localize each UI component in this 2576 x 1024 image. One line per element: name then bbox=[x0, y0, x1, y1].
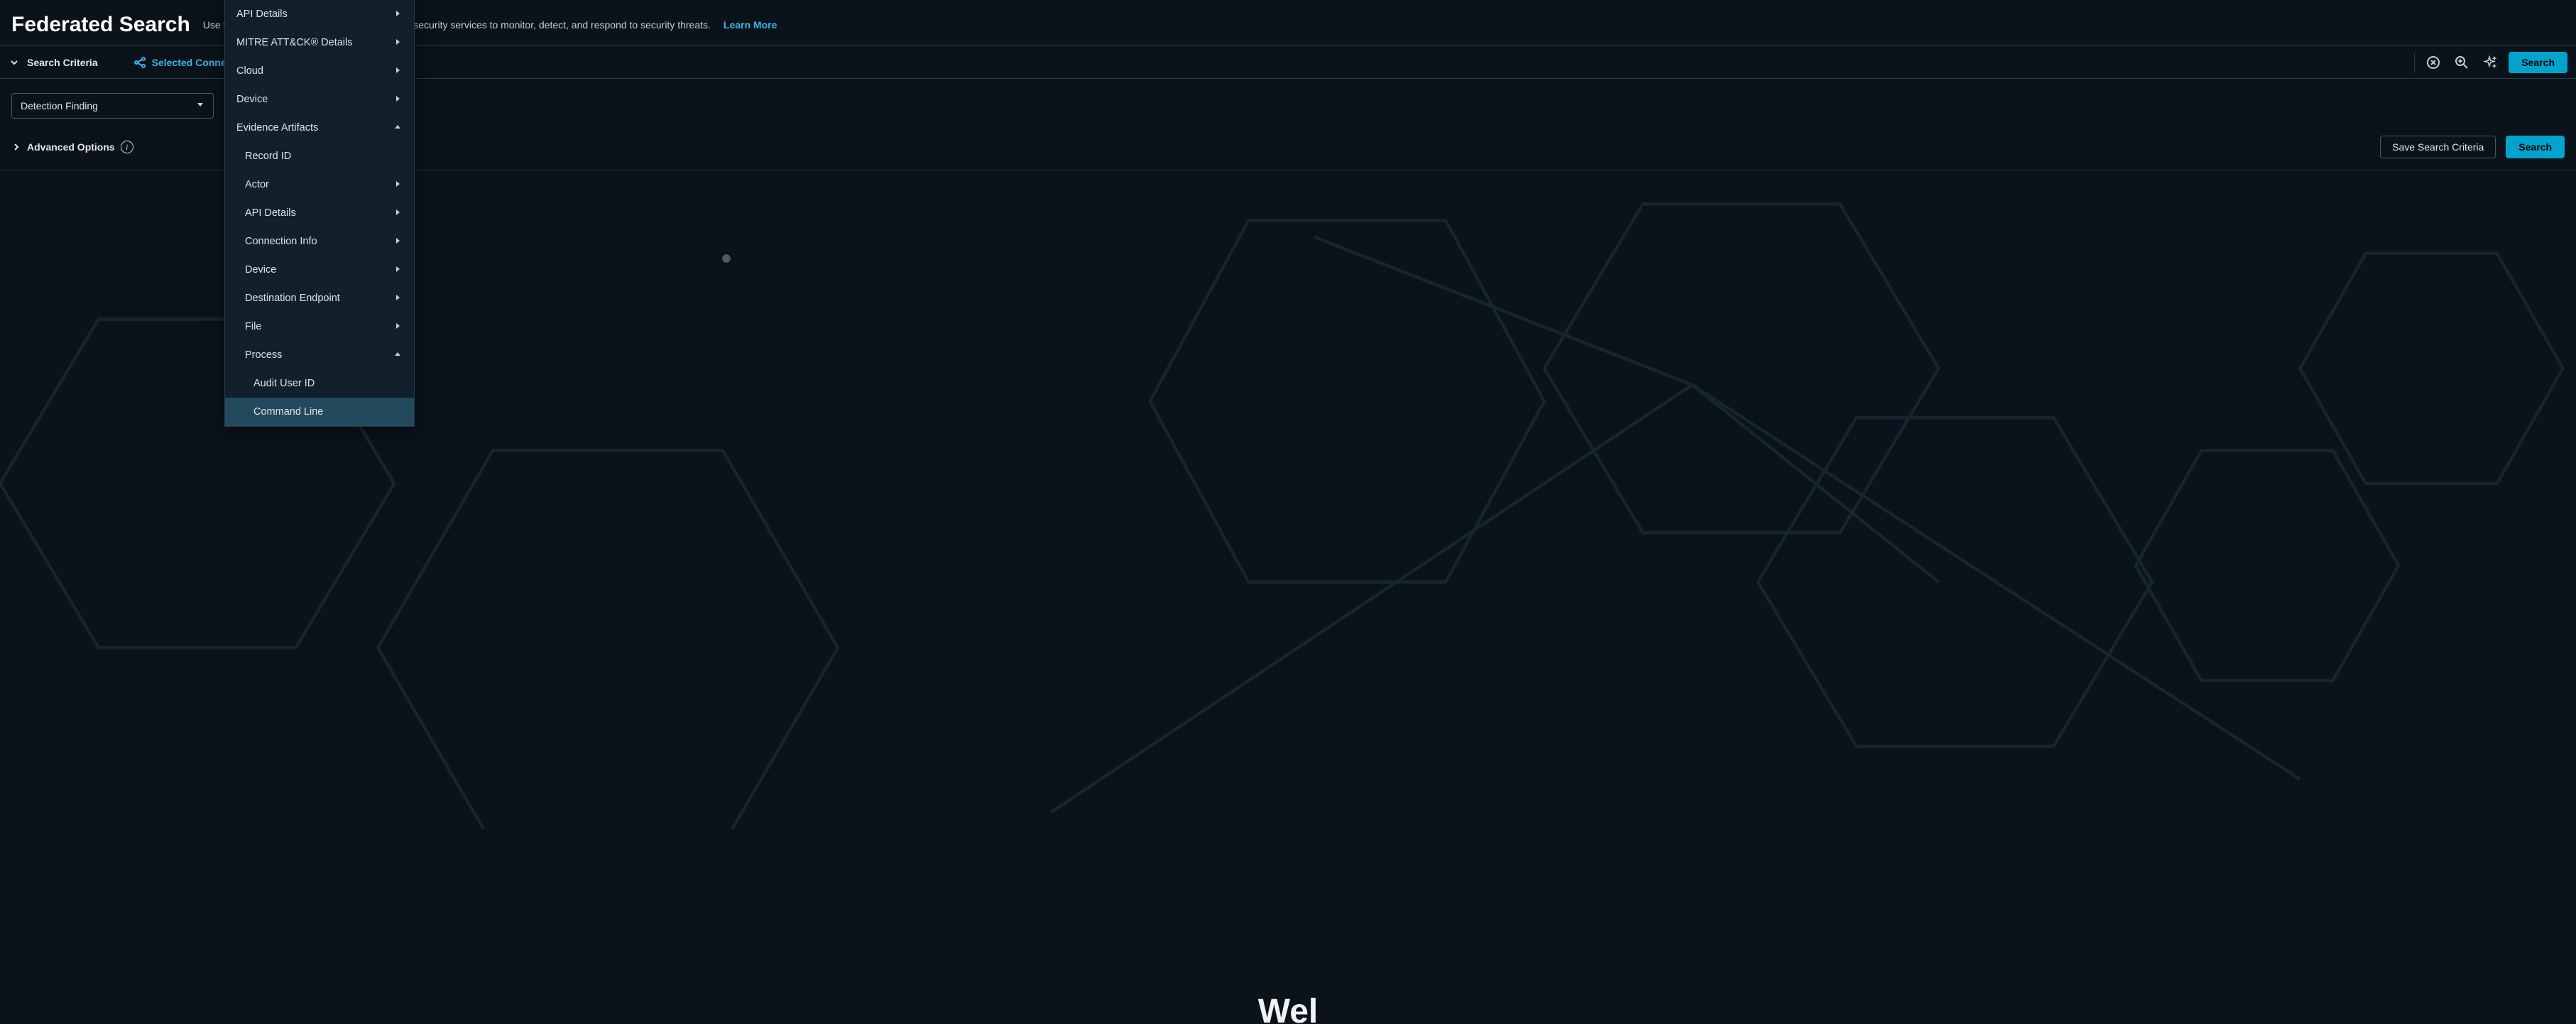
dropdown-item[interactable]: API Details bbox=[225, 0, 414, 28]
detection-finding-select[interactable]: Detection Finding bbox=[11, 93, 214, 119]
dropdown-item-label: MITRE ATT&CK® Details bbox=[236, 37, 353, 48]
dropdown-item-label: Device bbox=[245, 264, 276, 276]
dropdown-item[interactable]: Evidence Artifacts bbox=[225, 114, 414, 142]
criteria-bar-right: Search bbox=[2414, 52, 2567, 73]
caret-right-icon bbox=[394, 207, 401, 219]
dropdown-item-label: Evidence Artifacts bbox=[236, 122, 318, 134]
dropdown-item-label: Command Line bbox=[253, 406, 323, 418]
dropdown-item[interactable]: Actor bbox=[225, 170, 414, 199]
dropdown-item-label: API Details bbox=[245, 207, 296, 219]
dropdown-item-label: Cloud bbox=[236, 65, 263, 77]
dropdown-item[interactable]: Process bbox=[225, 341, 414, 369]
dropdown-item[interactable]: Destination Endpoint bbox=[225, 284, 414, 312]
caret-right-icon bbox=[394, 37, 401, 48]
field-dropdown-panel[interactable]: API Details MITRE ATT&CK® Details Cloud Dev… bbox=[224, 0, 415, 427]
caret-right-icon bbox=[394, 179, 401, 190]
dropdown-item-label: Destination Endpoint bbox=[245, 293, 340, 304]
dropdown-item[interactable]: Record ID bbox=[225, 142, 414, 170]
dropdown-item-label: Process bbox=[245, 349, 282, 361]
caret-right-icon bbox=[394, 321, 401, 332]
clear-icon[interactable] bbox=[2423, 53, 2443, 72]
dropdown-item-label: Actor bbox=[245, 179, 269, 190]
search-button-top[interactable]: Search bbox=[2509, 52, 2567, 73]
caret-right-icon bbox=[394, 236, 401, 247]
caret-right-icon bbox=[394, 94, 401, 105]
connectors-icon bbox=[133, 56, 146, 69]
sparkle-icon[interactable] bbox=[2480, 53, 2500, 72]
advanced-options-label: Advanced Options bbox=[27, 141, 115, 153]
info-icon[interactable]: i bbox=[121, 141, 133, 153]
dropdown-item[interactable]: Command Line bbox=[225, 398, 414, 426]
chevron-right-icon bbox=[11, 142, 21, 152]
criteria-bar-left: Search Criteria Selected Connectors bbox=[9, 56, 251, 69]
welcome-heading-partial: Wel bbox=[1258, 992, 1318, 1024]
dropdown-item[interactable]: MITRE ATT&CK® Details bbox=[225, 28, 414, 57]
zoom-search-icon[interactable] bbox=[2452, 53, 2472, 72]
caret-right-icon bbox=[394, 9, 401, 20]
page-title: Federated Search bbox=[11, 13, 190, 37]
chevron-down-icon[interactable] bbox=[9, 57, 20, 68]
dropdown-item[interactable]: API Details bbox=[225, 199, 414, 227]
dropdown-item-label: Audit User ID bbox=[253, 378, 315, 389]
search-criteria-label: Search Criteria bbox=[27, 57, 98, 68]
dropdown-item[interactable]: Connection Info bbox=[225, 227, 414, 256]
learn-more-link[interactable]: Learn More bbox=[724, 19, 777, 31]
dropdown-item[interactable]: Cloud bbox=[225, 57, 414, 85]
dropdown-item[interactable]: Audit User ID bbox=[225, 369, 414, 398]
advanced-options-toggle[interactable]: Advanced Options i bbox=[11, 141, 133, 153]
caret-up-icon bbox=[394, 349, 401, 361]
caret-right-icon bbox=[394, 293, 401, 304]
caret-right-icon bbox=[394, 264, 401, 276]
caret-down-icon bbox=[196, 99, 204, 112]
dropdown-item[interactable]: File bbox=[225, 312, 414, 341]
select-value: Detection Finding bbox=[21, 100, 98, 111]
dropdown-item[interactable]: Device bbox=[225, 256, 414, 284]
dropdown-item[interactable]: Device bbox=[225, 85, 414, 114]
graph-node-dot bbox=[722, 254, 731, 263]
dropdown-item-label: File bbox=[245, 321, 261, 332]
dropdown-item-label: Device bbox=[236, 94, 268, 105]
dropdown-item-label: Record ID bbox=[245, 151, 291, 162]
dropdown-item-label: API Details bbox=[236, 9, 288, 20]
dropdown-item-label: Connection Info bbox=[245, 236, 317, 247]
caret-right-icon bbox=[394, 65, 401, 77]
caret-up-icon bbox=[394, 122, 401, 134]
vertical-divider bbox=[2414, 53, 2415, 72]
